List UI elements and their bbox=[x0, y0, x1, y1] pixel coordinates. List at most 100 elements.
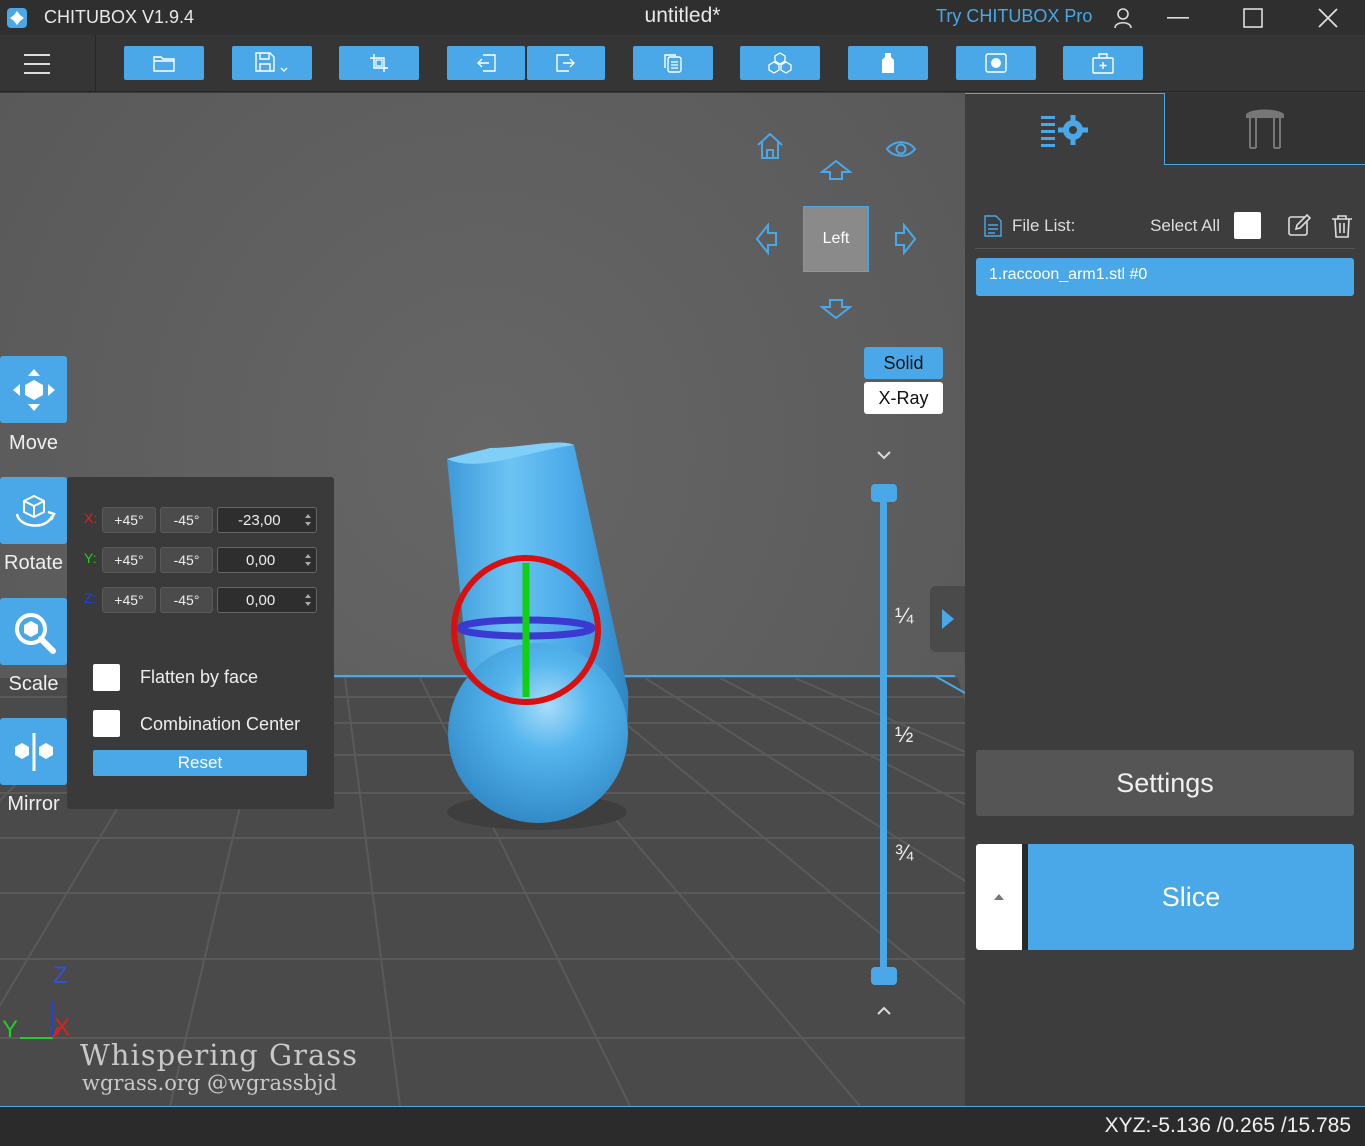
rotate-view-up-icon[interactable] bbox=[820, 159, 852, 181]
z-rotation-value: 0,00 bbox=[246, 591, 276, 609]
select-all-checkbox[interactable] bbox=[1234, 212, 1261, 239]
redo-button[interactable] bbox=[527, 46, 605, 80]
trash-icon[interactable] bbox=[1331, 214, 1353, 238]
account-button[interactable] bbox=[1098, 0, 1148, 35]
chevron-down-icon[interactable] bbox=[876, 449, 892, 461]
chitubox-logo-icon bbox=[7, 8, 27, 28]
save-icon bbox=[255, 52, 288, 72]
arrange-icon bbox=[768, 52, 792, 74]
x-rotation-value: -23,00 bbox=[238, 511, 281, 529]
supports-button[interactable] bbox=[1063, 46, 1143, 80]
layer-slider-bottom-handle[interactable] bbox=[871, 967, 897, 985]
xray-mode-button[interactable]: X-Ray bbox=[864, 382, 943, 414]
minimize-button[interactable] bbox=[1153, 0, 1203, 35]
spin-arrows-icon[interactable] bbox=[304, 511, 312, 529]
mirror-tool-label: Mirror bbox=[7, 793, 60, 815]
tab-supports[interactable] bbox=[1165, 93, 1365, 165]
chevron-up-icon[interactable] bbox=[876, 1005, 892, 1017]
save-button[interactable] bbox=[232, 46, 312, 80]
move-icon bbox=[12, 368, 55, 411]
select-all-label: Select All bbox=[1150, 215, 1220, 235]
hollow-icon bbox=[882, 53, 894, 73]
rotate-view-down-icon[interactable] bbox=[820, 298, 852, 320]
y-plus45-button[interactable]: +45° bbox=[102, 547, 156, 573]
slice-control: Slice bbox=[976, 844, 1354, 950]
spin-arrows-icon[interactable] bbox=[304, 591, 312, 609]
z-plus45-button[interactable]: +45° bbox=[102, 587, 156, 613]
title-bar: CHITUBOX V1.9.4 untitled* Try CHITUBOX P… bbox=[0, 0, 1365, 35]
z-axis-label: Z: bbox=[84, 590, 97, 606]
redo-icon bbox=[556, 54, 575, 72]
layer-slider-track[interactable] bbox=[880, 490, 887, 975]
menu-button[interactable] bbox=[22, 47, 72, 81]
rotate-panel: X: +45° -45° -23,00 Y: +45° -45° 0,00 Z:… bbox=[67, 477, 334, 809]
home-view-icon[interactable] bbox=[755, 131, 785, 161]
undo-icon bbox=[477, 54, 496, 72]
crop-button[interactable] bbox=[339, 46, 419, 80]
3d-viewport[interactable]: Left Solid X-Ray ¼ ½ ¾ Move Rotate Scale… bbox=[0, 93, 965, 1106]
close-button[interactable] bbox=[1303, 0, 1353, 35]
rotate-tool-button[interactable] bbox=[0, 477, 67, 544]
copy-button[interactable] bbox=[633, 46, 713, 80]
supports-icon bbox=[1092, 53, 1114, 74]
axis-x-label: X bbox=[54, 1014, 71, 1041]
combination-center-checkbox[interactable] bbox=[93, 710, 120, 737]
layer-slider-top-handle[interactable] bbox=[871, 484, 897, 502]
slice-button[interactable]: Slice bbox=[1028, 844, 1354, 950]
rotate-view-left-icon[interactable] bbox=[755, 223, 779, 255]
mirror-tool-button[interactable] bbox=[0, 718, 67, 785]
minimize-icon bbox=[1167, 16, 1189, 19]
scale-tool-label: Scale bbox=[8, 673, 59, 695]
x-axis-label: X: bbox=[84, 510, 98, 526]
rotate-tool-label: Rotate bbox=[4, 552, 63, 574]
play-right-icon bbox=[941, 609, 954, 629]
y-rotation-input[interactable]: 0,00 bbox=[217, 547, 317, 573]
watermark-handle: wgrass.org @wgrassbjd bbox=[82, 1071, 337, 1095]
combination-center-label: Combination Center bbox=[140, 714, 301, 734]
file-list-header: File List: Select All bbox=[975, 203, 1355, 249]
edit-icon[interactable] bbox=[1287, 213, 1311, 238]
solid-mode-button[interactable]: Solid bbox=[864, 347, 943, 379]
main-toolbar bbox=[0, 35, 1365, 92]
scale-tool-button[interactable] bbox=[0, 598, 67, 665]
rotate-view-right-icon[interactable] bbox=[893, 223, 917, 255]
y-axis-label: Y: bbox=[84, 550, 97, 566]
flatten-by-face-checkbox[interactable] bbox=[93, 664, 120, 691]
copy-icon bbox=[664, 54, 682, 73]
file-list-label: File List: bbox=[1012, 215, 1076, 235]
settings-button[interactable]: Settings bbox=[976, 750, 1354, 816]
tab-model-settings[interactable] bbox=[965, 93, 1165, 165]
hollow-button[interactable] bbox=[848, 46, 928, 80]
rotate-icon bbox=[15, 494, 56, 527]
axis-z-label: Z bbox=[53, 962, 68, 989]
watermark-title: Whispering Grass bbox=[80, 1038, 359, 1072]
eye-icon[interactable] bbox=[885, 138, 917, 160]
move-tool-button[interactable] bbox=[0, 356, 67, 423]
hamburger-icon bbox=[24, 54, 50, 74]
slice-options-button[interactable] bbox=[976, 844, 1022, 950]
reset-button[interactable]: Reset bbox=[93, 750, 307, 776]
arrange-button[interactable] bbox=[740, 46, 820, 80]
undo-button[interactable] bbox=[447, 46, 525, 80]
x-rotation-input[interactable]: -23,00 bbox=[217, 507, 317, 533]
supports-table-icon bbox=[1246, 109, 1284, 149]
maximize-icon bbox=[1243, 7, 1263, 28]
z-minus45-button[interactable]: -45° bbox=[160, 587, 213, 613]
maximize-button[interactable] bbox=[1228, 0, 1278, 35]
user-icon bbox=[1114, 7, 1132, 28]
z-rotation-input[interactable]: 0,00 bbox=[217, 587, 317, 613]
triangle-up-icon bbox=[994, 894, 1004, 900]
dig-hole-button[interactable] bbox=[956, 46, 1036, 80]
file-list-item[interactable]: 1.raccoon_arm1.stl #0 bbox=[976, 258, 1354, 296]
open-file-button[interactable] bbox=[124, 46, 204, 80]
flatten-by-face-label: Flatten by face bbox=[140, 667, 259, 687]
slider-mark-three-quarter: ¾ bbox=[895, 840, 914, 865]
collapse-panel-button[interactable] bbox=[930, 586, 965, 652]
x-minus45-button[interactable]: -45° bbox=[160, 507, 213, 533]
spin-arrows-icon[interactable] bbox=[304, 551, 312, 569]
status-bar: XYZ:-5.136 /0.265 /15.785 bbox=[0, 1106, 1365, 1146]
view-cube[interactable]: Left bbox=[803, 206, 869, 272]
y-minus45-button[interactable]: -45° bbox=[160, 547, 213, 573]
x-plus45-button[interactable]: +45° bbox=[102, 507, 156, 533]
try-pro-link[interactable]: Try CHITUBOX Pro bbox=[936, 6, 1092, 27]
